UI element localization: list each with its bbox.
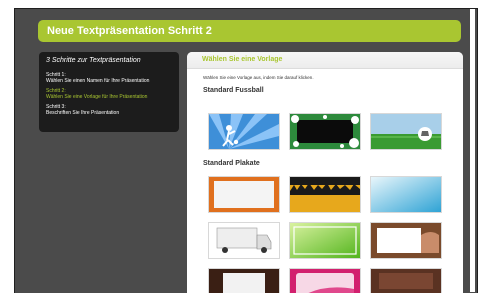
template-fussball-rays[interactable] [209, 114, 279, 149]
plakat-green-image [290, 223, 360, 258]
page-title: Neue Textpräsentation Schritt 2 [38, 20, 461, 42]
fussball-ball-field-image [371, 114, 441, 149]
plakat-hand-card-image [371, 223, 441, 258]
template-chooser: Wählen Sie eine Vorlage Wählen Sie eine … [187, 52, 463, 293]
template-plakat-hand-card[interactable] [371, 223, 441, 258]
plakat-truck-image [209, 223, 279, 258]
step-3: Schritt 3: Beschriften Sie Ihre Präsenta… [46, 104, 172, 116]
plakat-dark-board-image [209, 269, 279, 293]
step-1-desc: Wählen Sie einen Namen für Ihre Präsenta… [46, 78, 150, 84]
template-plakat-coffee[interactable] [371, 269, 441, 293]
window-scrollbar[interactable] [470, 9, 475, 292]
template-plakat-orange-frame[interactable] [209, 177, 279, 212]
fussball-rays-image [209, 114, 279, 149]
plakat-coffee-image [371, 269, 441, 293]
step-2-desc: Wählen Sie eine Vorlage für Ihre Präsent… [46, 94, 148, 100]
template-fussball-ball-field[interactable] [371, 114, 441, 149]
steps-panel: 3 Schritte zur Textpräsentation Schritt … [39, 52, 179, 132]
template-plakat-pink[interactable] [290, 269, 360, 293]
template-fussball-bubbles[interactable] [290, 114, 360, 149]
section-title-fussball: Standard Fussball [203, 87, 264, 94]
section-title-plakate: Standard Plakate [203, 160, 260, 167]
step-1: Schritt 1: Wählen Sie einen Namen für Ih… [46, 72, 172, 84]
template-plakat-truck[interactable] [209, 223, 279, 258]
plakat-crowd-image [290, 177, 360, 212]
template-plakat-crowd[interactable] [290, 177, 360, 212]
template-plakat-sky[interactable] [371, 177, 441, 212]
template-grid-plakate [209, 177, 441, 293]
intro-text: Wählen Sie eine Vorlage aus, indem Sie d… [203, 75, 314, 80]
app-window: Neue Textpräsentation Schritt 2 3 Schrit… [14, 8, 478, 293]
plakat-orange-frame-image [209, 177, 279, 212]
steps-heading: 3 Schritte zur Textpräsentation [46, 57, 141, 64]
step-2: Schritt 2: Wählen Sie eine Vorlage für I… [46, 88, 172, 100]
template-grid-fussball [209, 114, 441, 149]
template-plakat-dark-board[interactable] [209, 269, 279, 293]
step-3-desc: Beschriften Sie Ihre Präsentation [46, 110, 120, 116]
template-plakat-green[interactable] [290, 223, 360, 258]
fussball-bubbles-image [290, 114, 360, 149]
plakat-pink-image [290, 269, 360, 293]
plakat-sky-image [371, 177, 441, 212]
content-title: Wählen Sie eine Vorlage [187, 52, 463, 69]
